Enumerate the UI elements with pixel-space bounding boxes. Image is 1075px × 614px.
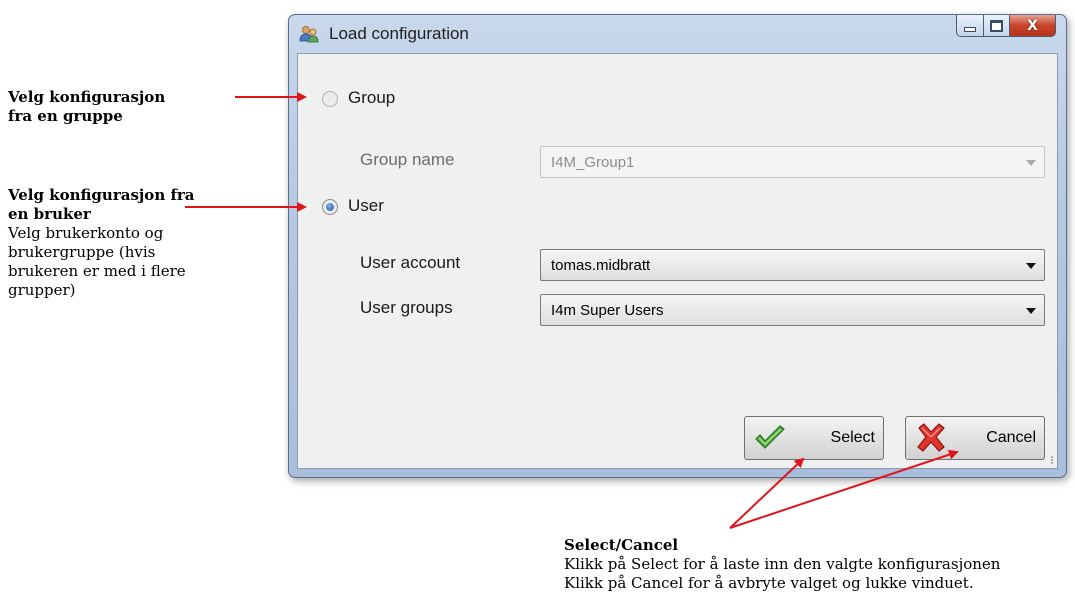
resize-grip-icon[interactable] bbox=[1044, 455, 1054, 465]
chevron-down-icon bbox=[1026, 160, 1036, 166]
annotation-group-title-1: Velg konfigurasjon bbox=[8, 88, 166, 106]
cancel-button-label: Cancel bbox=[986, 429, 1036, 446]
annotation-user-title-1: Velg konfigurasjon fra bbox=[8, 186, 195, 204]
maximize-icon bbox=[990, 19, 1003, 32]
annotation-select-desc-2: Klikk på Cancel for å avbryte valget og … bbox=[564, 574, 974, 592]
x-icon bbox=[917, 423, 945, 452]
user-radio[interactable] bbox=[322, 199, 338, 215]
annotation-group: Velg konfigurasjon fra en gruppe bbox=[8, 88, 238, 126]
user-account-value: tomas.midbratt bbox=[551, 257, 651, 274]
close-button[interactable]: X bbox=[1010, 15, 1056, 37]
user-groups-value: I4m Super Users bbox=[551, 302, 664, 319]
annotation-select-desc-1: Klikk på Select for å laste inn den valg… bbox=[564, 555, 1001, 573]
annotation-user-desc-1: Velg brukerkonto og bbox=[8, 224, 164, 242]
close-icon: X bbox=[1027, 17, 1038, 34]
group-name-label: Group name bbox=[360, 150, 455, 169]
title-bar[interactable]: Load configuration X bbox=[289, 15, 1066, 53]
user-account-label: User account bbox=[360, 253, 461, 272]
group-name-value: I4M_Group1 bbox=[551, 154, 635, 171]
annotation-select-cancel: Select/Cancel Klikk på Select for å last… bbox=[564, 536, 1075, 593]
chevron-down-icon bbox=[1026, 263, 1036, 269]
annotation-group-title-2: fra en gruppe bbox=[8, 107, 123, 125]
minimize-icon bbox=[964, 27, 976, 32]
dialog-body: Group Group name I4M_Group1 User User ac… bbox=[297, 53, 1058, 469]
select-button[interactable]: Select bbox=[744, 416, 884, 460]
group-name-dropdown[interactable]: I4M_Group1 bbox=[540, 146, 1045, 178]
annotation-select-title: Select/Cancel bbox=[564, 536, 679, 554]
annotation-user: Velg konfigurasjon fra en bruker Velg br… bbox=[8, 186, 238, 300]
user-groups-dropdown[interactable]: I4m Super Users bbox=[540, 294, 1045, 326]
window-controls: X bbox=[956, 15, 1056, 37]
cancel-button[interactable]: Cancel bbox=[905, 416, 1045, 460]
group-radio-label[interactable]: Group bbox=[348, 88, 395, 108]
maximize-button[interactable] bbox=[984, 15, 1010, 37]
annotation-user-desc-2: brukergruppe (hvis bbox=[8, 243, 156, 261]
group-radio[interactable] bbox=[322, 91, 338, 107]
annotation-user-title-2: en bruker bbox=[8, 205, 91, 223]
load-configuration-dialog: Load configuration X Group Group name I4… bbox=[288, 14, 1067, 478]
user-groups-label: User groups bbox=[360, 298, 453, 317]
users-icon bbox=[299, 26, 319, 43]
select-button-label: Select bbox=[830, 429, 875, 446]
annotation-user-desc-3: brukeren er med i flere bbox=[8, 262, 186, 280]
window-title: Load configuration bbox=[329, 24, 469, 43]
chevron-down-icon bbox=[1026, 308, 1036, 314]
user-radio-label[interactable]: User bbox=[348, 196, 384, 216]
checkmark-icon bbox=[755, 425, 785, 449]
minimize-button[interactable] bbox=[956, 15, 984, 37]
annotation-user-desc-4: grupper) bbox=[8, 281, 76, 299]
user-account-dropdown[interactable]: tomas.midbratt bbox=[540, 249, 1045, 281]
